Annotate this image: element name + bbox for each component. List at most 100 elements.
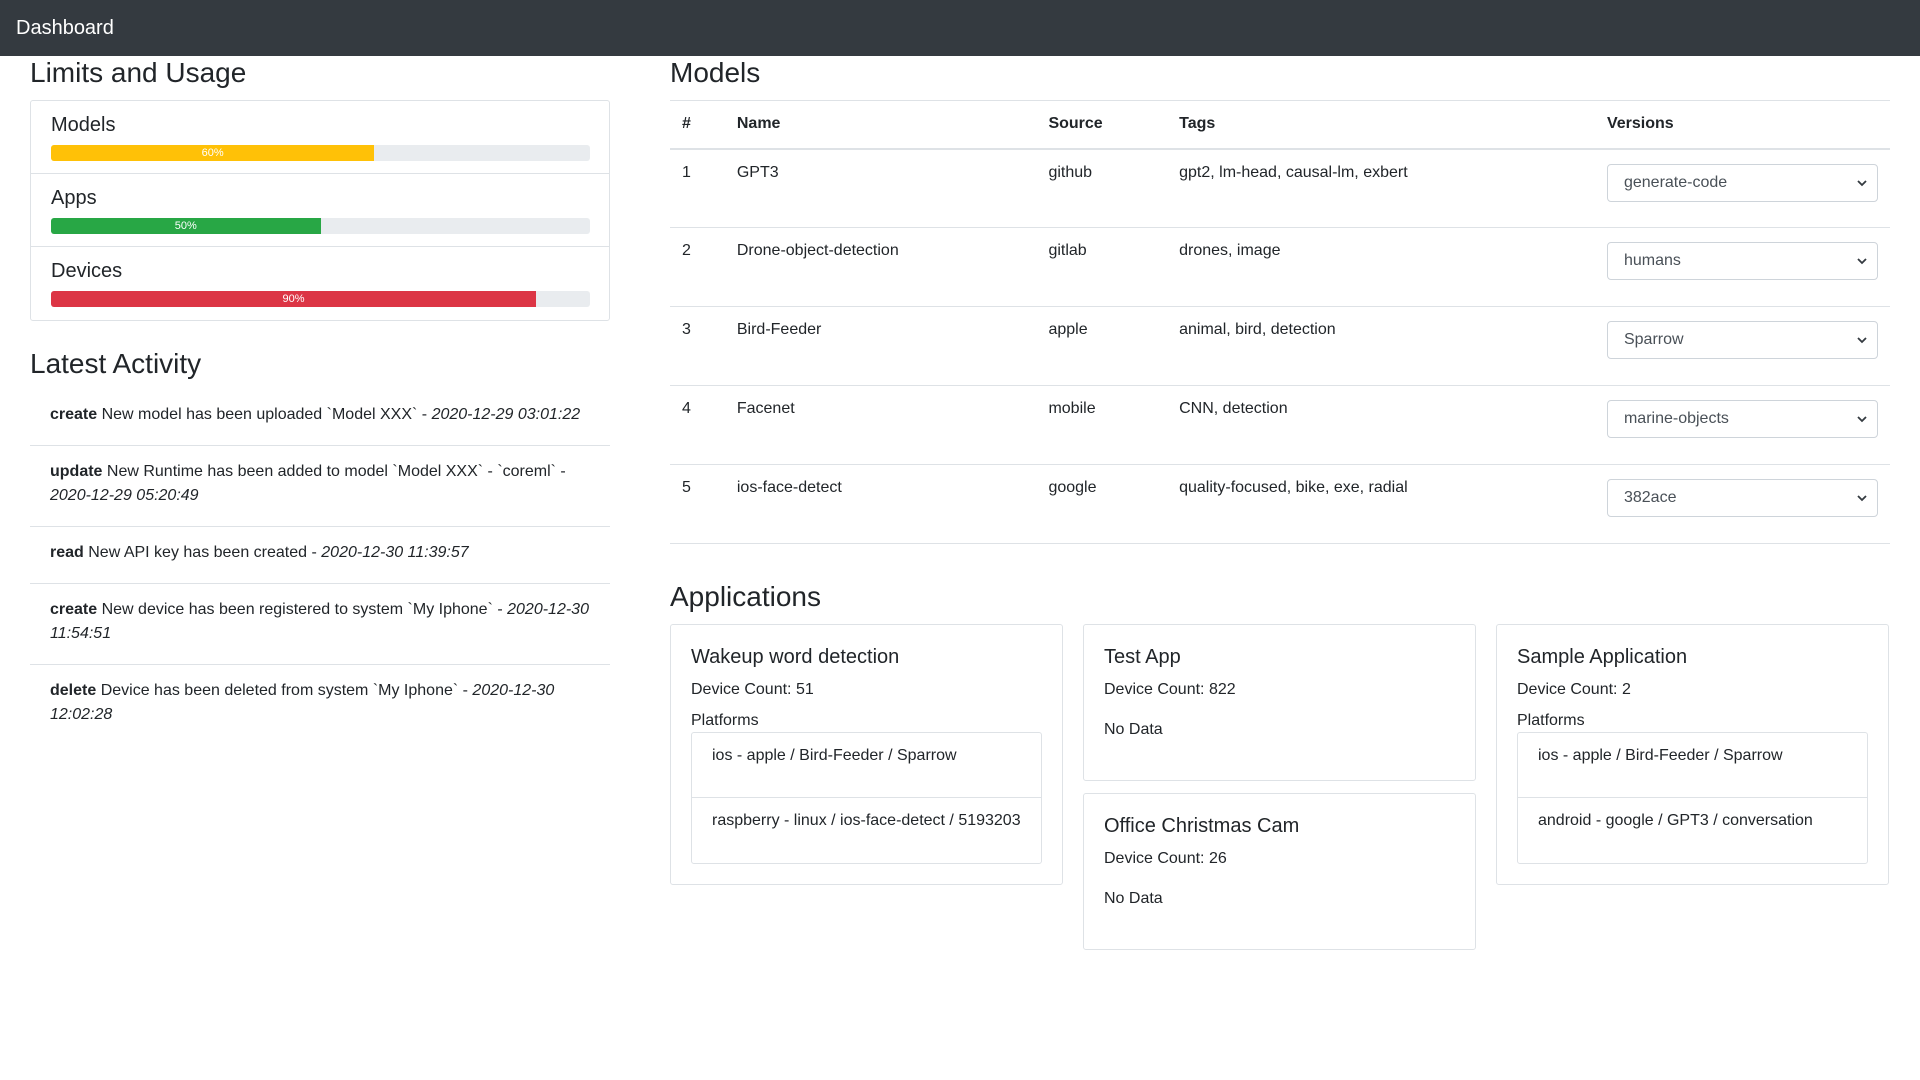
limit-label: Apps — [51, 187, 97, 209]
activity-time: 2020-12-30 11:39:57 — [321, 544, 469, 561]
app-card: Wakeup word detection Device Count: 51 P… — [670, 624, 1063, 885]
progress-bar-apps: 50% — [51, 218, 321, 234]
cell-versions: marine-objects — [1594, 385, 1890, 465]
app-column: Wakeup word detection Device Count: 51 P… — [670, 624, 1063, 950]
activity-action: delete — [50, 682, 97, 699]
column-header: Versions — [1594, 100, 1890, 150]
cell-name: ios-face-detect — [724, 464, 1037, 544]
column-header: Source — [1036, 100, 1168, 150]
activity-item: create New device has been registered to… — [30, 584, 610, 665]
app-no-data: No Data — [1104, 890, 1163, 907]
app-card: Office Christmas Cam Device Count: 26 No… — [1083, 793, 1476, 950]
table-header-row: # Name Source Tags Versions — [670, 100, 1890, 150]
chevron-down-icon — [1857, 416, 1867, 423]
column-header: Name — [724, 100, 1037, 150]
cell-source: mobile — [1036, 385, 1168, 465]
app-card: Sample Application Device Count: 2 Platf… — [1496, 624, 1889, 885]
activity-text: New Runtime has been added to model `Mod… — [102, 463, 566, 480]
models-title: Models — [670, 57, 761, 88]
activity-action: create — [50, 601, 98, 618]
version-select-value: 382ace — [1623, 489, 1677, 506]
cell-num: 4 — [670, 385, 725, 465]
left-column: Limits and Usage Models 60% Apps 50% Dev… — [30, 56, 610, 745]
activity-item: create New model has been uploaded `Mode… — [30, 389, 610, 446]
chevron-down-icon — [1857, 495, 1867, 502]
limit-label: Devices — [51, 260, 123, 282]
models-table: # Name Source Tags Versions 1 GPT3 githu… — [670, 100, 1890, 544]
cell-source: gitlab — [1036, 227, 1168, 307]
cell-versions: Sparrow — [1594, 306, 1890, 386]
progress-track: 60% — [51, 145, 590, 161]
platforms-label: Platforms — [691, 712, 759, 729]
cell-versions: generate-code — [1594, 148, 1890, 228]
cell-tags: CNN, detection — [1167, 385, 1595, 465]
table-row: 3 Bird-Feeder apple animal, bird, detect… — [670, 306, 1890, 386]
platform-list: ios - apple / Bird-Feeder / Sparrow rasp… — [691, 732, 1042, 864]
cell-versions: humans — [1594, 227, 1890, 307]
table-row: 5 ios-face-detect google quality-focused… — [670, 464, 1890, 544]
table-row: 4 Facenet mobile CNN, detection marine-o… — [670, 385, 1890, 465]
app-title: Wakeup word detection — [691, 646, 900, 668]
version-select-value: generate-code — [1623, 173, 1728, 191]
version-select[interactable]: humans — [1606, 242, 1878, 280]
cell-versions: 382ace — [1594, 464, 1890, 544]
cell-name: Drone-object-detection — [724, 227, 1037, 307]
progress-track: 50% — [51, 218, 590, 234]
cell-source: google — [1036, 464, 1168, 544]
activity-text: Device has been deleted from system `My … — [96, 682, 473, 699]
limit-label: Models — [51, 114, 116, 136]
limits-title: Limits and Usage — [30, 57, 247, 88]
activity-item: update New Runtime has been added to mod… — [30, 446, 610, 527]
navbar: Dashboard — [0, 0, 1920, 56]
cell-num: 5 — [670, 464, 725, 544]
version-select-value: marine-objects — [1623, 410, 1729, 427]
activity-action: read — [50, 544, 84, 561]
activity-text: New model has been uploaded `Model XXX` … — [97, 406, 432, 423]
cell-name: Bird-Feeder — [724, 306, 1037, 386]
cell-tags: gpt2, lm-head, causal-lm, exbert — [1167, 148, 1595, 228]
activity-list: create New model has been uploaded `Mode… — [30, 389, 610, 745]
limit-item-apps: Apps 50% — [31, 174, 609, 247]
cell-name: GPT3 — [724, 148, 1037, 228]
cell-num: 2 — [670, 227, 725, 307]
version-select[interactable]: 382ace — [1606, 479, 1878, 517]
chevron-down-icon — [1857, 337, 1867, 344]
app-device-count: Device Count: 26 — [1104, 850, 1227, 867]
progress-bar-devices: 90% — [51, 291, 537, 307]
progress-track: 90% — [51, 291, 590, 307]
limit-item-models: Models 60% — [31, 101, 609, 174]
progress-bar-models: 60% — [51, 145, 375, 161]
app-title: Test App — [1104, 646, 1181, 668]
activity-action: update — [50, 463, 103, 480]
cell-tags: quality-focused, bike, exe, radial — [1167, 464, 1595, 544]
table-row: 1 GPT3 github gpt2, lm-head, causal-lm, … — [670, 148, 1890, 228]
version-select[interactable]: generate-code — [1606, 163, 1878, 202]
platforms-label: Platforms — [1517, 712, 1585, 729]
activity-time: 2020-12-29 03:01:22 — [431, 406, 581, 423]
cell-source: github — [1036, 148, 1168, 228]
applications-title: Applications — [670, 581, 821, 612]
version-select[interactable]: Sparrow — [1606, 321, 1878, 359]
chevron-down-icon — [1857, 258, 1867, 265]
limit-item-devices: Devices 90% — [31, 247, 609, 320]
version-select-value: humans — [1623, 252, 1681, 269]
version-select[interactable]: marine-objects — [1606, 400, 1878, 438]
app-title: Sample Application — [1517, 646, 1688, 668]
app-column: Test App Device Count: 822 No Data Offic… — [1083, 624, 1476, 950]
column-header: # — [670, 100, 725, 150]
platform-item: ios - apple / Bird-Feeder / Sparrow — [692, 733, 1041, 798]
navbar-brand[interactable]: Dashboard — [16, 17, 114, 40]
chevron-down-icon — [1857, 179, 1867, 186]
app-device-count: Device Count: 822 — [1104, 681, 1236, 698]
cell-num: 1 — [670, 148, 725, 228]
activity-action: create — [50, 406, 98, 423]
platform-item: ios - apple / Bird-Feeder / Sparrow — [1518, 733, 1867, 798]
limits-card: Models 60% Apps 50% Devices 90% — [30, 100, 610, 321]
cell-name: Facenet — [724, 385, 1037, 465]
activity-title: Latest Activity — [30, 348, 202, 379]
cell-source: apple — [1036, 306, 1168, 386]
activity-item: read New API key has been created - 2020… — [30, 527, 610, 584]
platform-item: raspberry - linux / ios-face-detect / 51… — [712, 812, 1021, 829]
activity-text: New API key has been created - — [83, 544, 322, 561]
app-device-count: Device Count: 2 — [1517, 681, 1631, 698]
